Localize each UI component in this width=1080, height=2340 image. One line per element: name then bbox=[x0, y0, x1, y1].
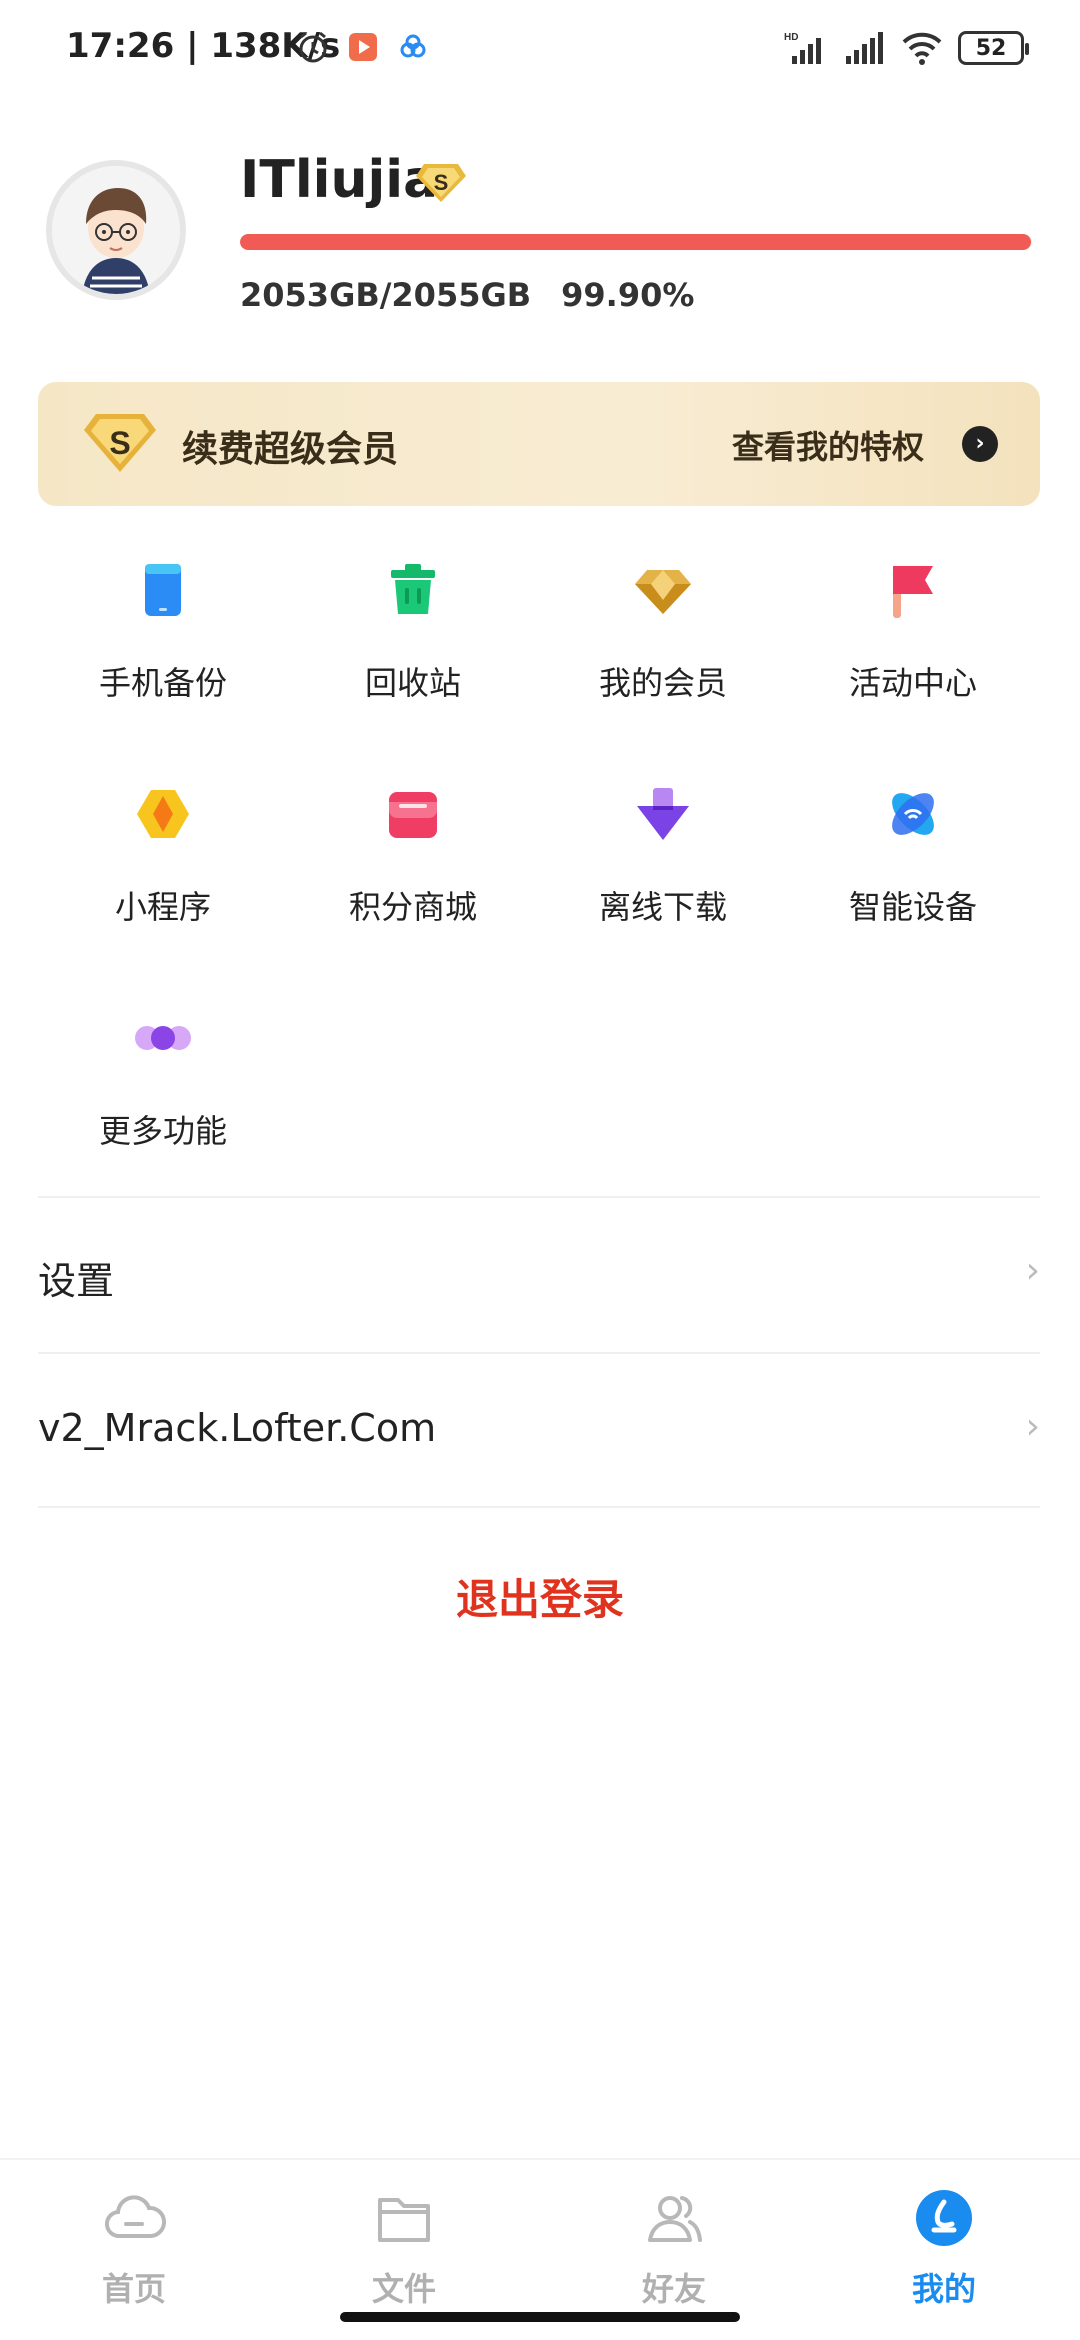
status-bar: 17:26 | 138K/s HD 52 bbox=[0, 0, 1080, 100]
storage-used: 2053GB/2055GB bbox=[240, 276, 532, 314]
signal-icon bbox=[846, 32, 883, 64]
hd-signal-icon: HD bbox=[784, 32, 821, 64]
offline-download-icon bbox=[637, 788, 689, 840]
nav-label: 我的 bbox=[911, 2270, 976, 2308]
battery-indicator: 52 bbox=[958, 31, 1029, 65]
home-indicator[interactable] bbox=[340, 2312, 740, 2322]
grid-item-label: 活动中心 bbox=[848, 664, 977, 702]
username: ITliujia bbox=[240, 150, 439, 210]
account-row[interactable]: v2_Mrack.Lofter.Com › bbox=[38, 1356, 1040, 1506]
grid-item-label: 我的会员 bbox=[598, 664, 727, 702]
nav-label: 好友 bbox=[641, 2270, 706, 2308]
logout-button[interactable]: 退出登录 bbox=[0, 1566, 1080, 1627]
smart-device-icon bbox=[892, 793, 934, 835]
trash-icon bbox=[391, 564, 435, 614]
vip-renew-title: 续费超级会员 bbox=[182, 429, 399, 470]
avatar[interactable] bbox=[46, 160, 186, 300]
storage-quota-text: 2053GB/2055GB 99.90% bbox=[240, 276, 724, 314]
grid-item-points-mall[interactable]: 积分商城 bbox=[288, 784, 538, 964]
nav-label: 首页 bbox=[101, 2270, 166, 2308]
grid-item-label: 更多功能 bbox=[98, 1112, 227, 1150]
grid-item-label: 积分商城 bbox=[348, 888, 477, 926]
svg-text:S: S bbox=[434, 170, 449, 195]
diamond-icon bbox=[635, 570, 691, 614]
chevron-right-icon: › bbox=[1025, 1250, 1040, 1291]
grid-item-label: 手机备份 bbox=[98, 664, 227, 702]
storage-quota-bar bbox=[240, 234, 1032, 250]
alarm-icon bbox=[299, 31, 327, 63]
storage-percent: 99.90% bbox=[561, 276, 695, 314]
more-functions-icon bbox=[135, 1026, 191, 1050]
grid-item-phone-backup[interactable]: 手机备份 bbox=[38, 560, 288, 740]
divider bbox=[38, 1352, 1040, 1354]
grid-item-label: 小程序 bbox=[114, 888, 211, 926]
avatar-illustration-icon bbox=[52, 166, 180, 294]
friends-icon bbox=[648, 2196, 702, 2242]
status-notification-icons bbox=[296, 30, 430, 64]
super-vip-badge-icon: S bbox=[416, 164, 466, 202]
video-app-icon bbox=[349, 33, 377, 61]
svg-text:HD: HD bbox=[784, 32, 798, 43]
grid-item-recycle-bin[interactable]: 回收站 bbox=[288, 560, 538, 740]
grid-item-more-functions[interactable]: 更多功能 bbox=[38, 1008, 288, 1188]
grid-item-label: 离线下载 bbox=[598, 888, 727, 926]
nav-me[interactable]: 我的 bbox=[844, 2186, 1044, 2310]
divider bbox=[38, 1196, 1040, 1198]
grid-item-mini-program[interactable]: 小程序 bbox=[38, 784, 288, 964]
super-vip-icon: S bbox=[84, 414, 156, 472]
phone-backup-icon bbox=[145, 564, 181, 616]
grid-item-label: 回收站 bbox=[364, 664, 461, 702]
nav-friends[interactable]: 好友 bbox=[574, 2186, 774, 2310]
store-icon bbox=[389, 792, 437, 838]
nav-label: 文件 bbox=[371, 2270, 436, 2308]
me-icon bbox=[916, 2190, 972, 2246]
grid-item-activity-center[interactable]: 活动中心 bbox=[788, 560, 1038, 740]
status-system-icons: HD 52 bbox=[784, 30, 1029, 66]
storage-quota-fill bbox=[240, 234, 1032, 250]
grid-item-my-vip[interactable]: 我的会员 bbox=[538, 560, 788, 740]
cloud-app-icon bbox=[400, 34, 426, 58]
settings-label: 设置 bbox=[38, 1259, 115, 1303]
chevron-right-icon: › bbox=[1025, 1406, 1040, 1447]
wifi-icon bbox=[902, 32, 942, 65]
folder-icon bbox=[378, 2198, 430, 2242]
nav-home[interactable]: 首页 bbox=[34, 2186, 234, 2310]
settings-row[interactable]: 设置 › bbox=[38, 1200, 1040, 1350]
cloud-icon bbox=[105, 2195, 167, 2239]
divider bbox=[38, 1506, 1040, 1508]
vip-renew-banner[interactable]: S 续费超级会员 查看我的特权 › bbox=[38, 382, 1040, 506]
grid-item-label: 智能设备 bbox=[848, 888, 977, 926]
grid-item-offline-download[interactable]: 离线下载 bbox=[538, 784, 788, 964]
vip-privileges-link[interactable]: 查看我的特权 bbox=[732, 422, 924, 468]
nav-files[interactable]: 文件 bbox=[304, 2186, 504, 2310]
mini-program-icon bbox=[137, 790, 189, 838]
grid-item-smart-device[interactable]: 智能设备 bbox=[788, 784, 1038, 964]
vip-arrow-icon: › bbox=[962, 426, 998, 462]
account-label: v2_Mrack.Lofter.Com bbox=[38, 1406, 437, 1450]
svg-text:S: S bbox=[109, 425, 130, 461]
flag-icon bbox=[893, 566, 933, 618]
